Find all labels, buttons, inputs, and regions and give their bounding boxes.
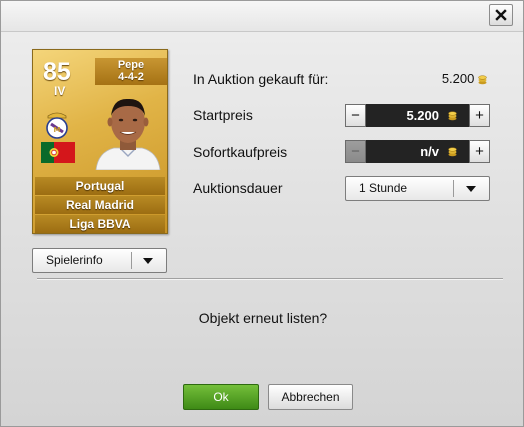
- player-rating: 85: [43, 58, 71, 86]
- dropdown-separator: [131, 252, 132, 269]
- bought-price-value: 5.200: [442, 71, 487, 86]
- player-card: 85 IV Pepe 4-4-2 M Portugal Real Madrid …: [32, 49, 168, 234]
- start-price-decrease-button[interactable]: −: [345, 104, 366, 127]
- buy-now-price-stepper: − n/v +: [345, 140, 490, 163]
- coins-icon: [478, 75, 487, 85]
- bought-price-label: In Auktion gekauft für:: [193, 71, 329, 87]
- player-name: Pepe: [117, 59, 145, 71]
- chevron-down-icon: [143, 258, 153, 264]
- svg-text:M: M: [54, 126, 61, 134]
- buy-now-decrease-button[interactable]: −: [345, 140, 366, 163]
- ok-button[interactable]: Ok: [183, 384, 259, 410]
- start-price-input[interactable]: 5.200: [366, 104, 469, 127]
- player-info-dropdown[interactable]: Spielerinfo: [32, 248, 167, 273]
- real-madrid-crest-icon: M: [46, 112, 68, 139]
- start-price-increase-button[interactable]: +: [469, 104, 490, 127]
- auction-duration-label: Auktionsdauer: [193, 180, 283, 196]
- start-price-label: Startpreis: [193, 107, 253, 123]
- player-info-rows: Portugal Real Madrid Liga BBVA: [35, 177, 165, 233]
- start-price-amount: 5.200: [406, 108, 439, 123]
- dropdown-separator: [453, 180, 454, 197]
- player-nation: Portugal: [35, 177, 165, 195]
- player-name-plate: Pepe 4-4-2: [95, 58, 167, 85]
- dialog-titlebar: [1, 1, 523, 32]
- buy-now-price-amount: n/v: [420, 144, 439, 159]
- player-position: IV: [54, 84, 66, 98]
- chevron-down-icon: [466, 186, 476, 192]
- relist-dialog: 85 IV Pepe 4-4-2 M Portugal Real Madrid …: [0, 0, 524, 427]
- player-info-dropdown-label: Spielerinfo: [46, 253, 103, 267]
- player-league: Liga BBVA: [35, 215, 165, 233]
- player-club: Real Madrid: [35, 196, 165, 214]
- buy-now-price-label: Sofortkaufpreis: [193, 144, 288, 160]
- coins-icon: [448, 111, 457, 121]
- portugal-flag-icon: [41, 142, 75, 163]
- auction-duration-dropdown[interactable]: 1 Stunde: [345, 176, 490, 201]
- close-button[interactable]: [489, 4, 513, 26]
- player-photo: [95, 98, 161, 170]
- coins-icon: [448, 147, 457, 157]
- section-divider: [37, 278, 503, 280]
- buy-now-increase-button[interactable]: +: [469, 140, 490, 163]
- player-formation: 4-4-2: [118, 71, 144, 83]
- start-price-stepper: − 5.200 +: [345, 104, 490, 127]
- close-icon: [495, 9, 507, 21]
- auction-duration-value: 1 Stunde: [359, 181, 408, 195]
- bought-price-amount: 5.200: [441, 71, 475, 86]
- relist-question: Objekt erneut listen?: [198, 310, 328, 326]
- buy-now-price-input[interactable]: n/v: [366, 140, 469, 163]
- cancel-button[interactable]: Abbrechen: [268, 384, 353, 410]
